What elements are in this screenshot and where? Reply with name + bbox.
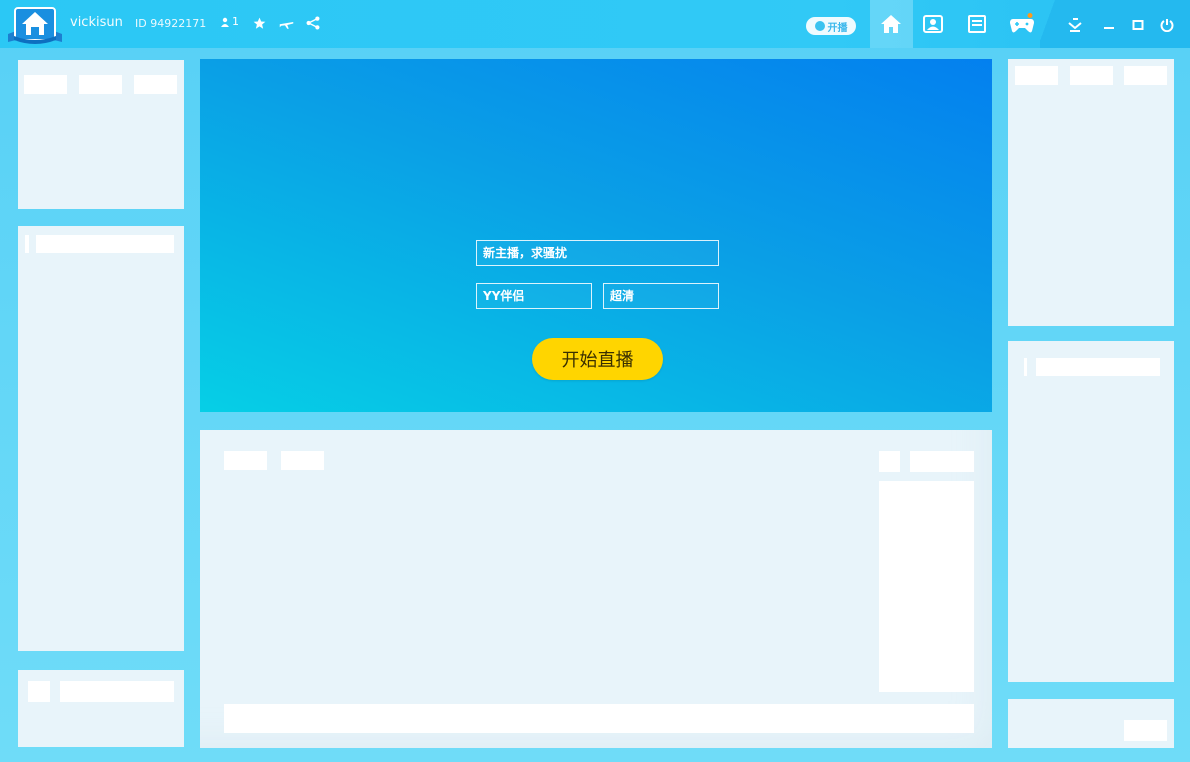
center-side-list [879, 481, 974, 692]
maximize-icon[interactable] [1131, 18, 1145, 32]
center-side-icon[interactable] [879, 451, 900, 472]
left-panel-middle [18, 226, 184, 651]
user-id: ID 94922171 [135, 17, 207, 30]
right-tab-2[interactable] [1070, 66, 1113, 85]
user-icon [221, 17, 229, 27]
list-icon[interactable] [965, 13, 989, 35]
star-icon[interactable] [252, 16, 266, 30]
open-live-badge[interactable]: 开播 [806, 17, 856, 35]
right-tab-1[interactable] [1015, 66, 1058, 85]
right-section-marker [1024, 358, 1027, 376]
live-category-select[interactable]: YY伴侣 [476, 283, 592, 309]
left-section-header [36, 235, 174, 253]
center-tab-1[interactable] [224, 451, 267, 470]
username[interactable]: vickisun [70, 15, 123, 30]
center-input-bar[interactable] [224, 704, 974, 733]
left-bottom-icon[interactable] [28, 681, 50, 702]
gamepad-icon[interactable] [1008, 12, 1036, 36]
right-section-header [1036, 358, 1160, 376]
left-tab-3[interactable] [134, 75, 177, 94]
share-icon[interactable] [305, 15, 321, 31]
start-live-button[interactable]: 开始直播 [532, 338, 663, 380]
center-panel [200, 430, 992, 748]
live-title-input[interactable]: 新主播，求骚扰 [476, 240, 719, 266]
minimize-icon[interactable] [1102, 18, 1116, 32]
left-tab-2[interactable] [79, 75, 122, 94]
fans-count[interactable]: 1 [220, 15, 239, 28]
center-tab-2[interactable] [281, 451, 324, 470]
fans-count-value: 1 [232, 15, 239, 28]
home-icon[interactable] [879, 13, 903, 35]
plane-icon[interactable] [278, 16, 294, 30]
power-icon[interactable] [1159, 17, 1175, 33]
left-tab-1[interactable] [24, 75, 67, 94]
left-section-marker [25, 235, 29, 253]
right-tab-3[interactable] [1124, 66, 1167, 85]
left-bottom-label [60, 681, 174, 702]
right-panel-top [1008, 59, 1174, 326]
open-live-label: 开播 [827, 22, 848, 34]
right-bottom-button[interactable] [1124, 720, 1167, 741]
center-side-label [910, 451, 974, 472]
contacts-icon[interactable] [921, 13, 945, 35]
right-panel-middle [1008, 341, 1174, 682]
live-quality-select[interactable]: 超清 [603, 283, 719, 309]
app-logo[interactable] [6, 4, 64, 44]
download-icon[interactable] [1066, 16, 1084, 32]
toggle-dot-icon [814, 21, 825, 31]
